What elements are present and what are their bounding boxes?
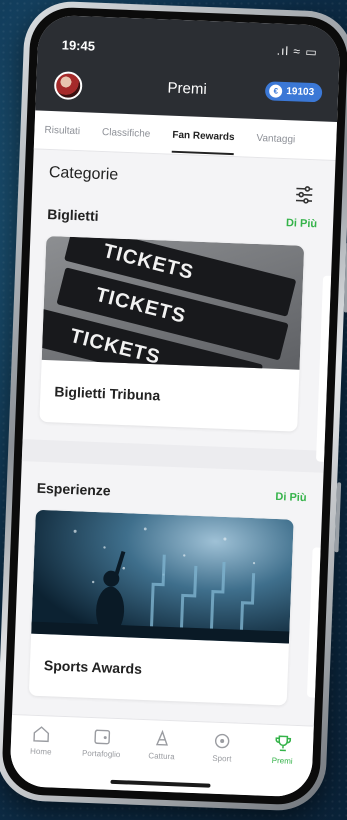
tickets-image: TICKETS TICKETS TICKETS [41, 235, 305, 370]
section-title-esperienze: Esperienze [36, 479, 111, 499]
coins-value: 19103 [286, 86, 315, 99]
ball-icon [215, 733, 230, 749]
awards-stage-graphic [31, 527, 290, 644]
capture-icon [155, 729, 168, 746]
nav-home[interactable]: Home [16, 723, 64, 788]
tab-classifiche[interactable]: Classifiche [102, 127, 151, 140]
tab-risultati[interactable]: Risultati [44, 124, 80, 136]
more-link-biglietti[interactable]: Di Più [286, 217, 318, 230]
reward-card-esperienze[interactable]: Sports Awards [28, 509, 294, 706]
nav-label-premi: Premi [271, 755, 293, 766]
nav-label-sport: Sport [212, 753, 232, 764]
more-link-esperienze[interactable]: Di Più [275, 491, 307, 504]
awards-image [31, 509, 294, 644]
next-card-peek[interactable] [306, 547, 321, 698]
app-header: 19:45 .ıl ≈ ▭ Premi € 19103 [35, 14, 341, 123]
coins-badge[interactable]: € 19103 [264, 81, 323, 103]
tab-vantaggi[interactable]: Vantaggi [256, 132, 295, 144]
bottom-nav: Home Portafoglio Cattura Sport Premi [9, 713, 314, 798]
status-icons: .ıl ≈ ▭ [276, 43, 318, 60]
phone-bezel: 19:45 .ıl ≈ ▭ Premi € 19103 Risultati Cl… [0, 6, 347, 806]
card-label-esperienze: Sports Awards [43, 657, 143, 677]
status-time: 19:45 [61, 37, 96, 54]
card-label-biglietti: Biglietti Tribuna [54, 383, 161, 404]
reward-card-biglietti[interactable]: TICKETS TICKETS TICKETS Biglietti Tribun… [39, 235, 305, 432]
app-screen: 19:45 .ıl ≈ ▭ Premi € 19103 Risultati Cl… [9, 14, 341, 798]
nav-label-home: Home [29, 746, 52, 757]
nav-label-portafoglio: Portafoglio [81, 748, 121, 760]
nav-premi[interactable]: Premi [258, 733, 306, 798]
phone-frame: 19:45 .ıl ≈ ▭ Premi € 19103 Risultati Cl… [0, 0, 347, 813]
trophy-icon [275, 735, 291, 752]
next-card-peek[interactable] [315, 275, 332, 462]
filter-icon[interactable] [294, 184, 315, 205]
tab-fan-rewards[interactable]: Fan Rewards [172, 129, 235, 142]
nav-label-cattura: Cattura [148, 751, 175, 762]
wallet-icon [93, 729, 110, 745]
home-icon [33, 726, 50, 743]
coin-icon: € [269, 84, 283, 98]
section-title-biglietti: Biglietti [46, 205, 99, 224]
